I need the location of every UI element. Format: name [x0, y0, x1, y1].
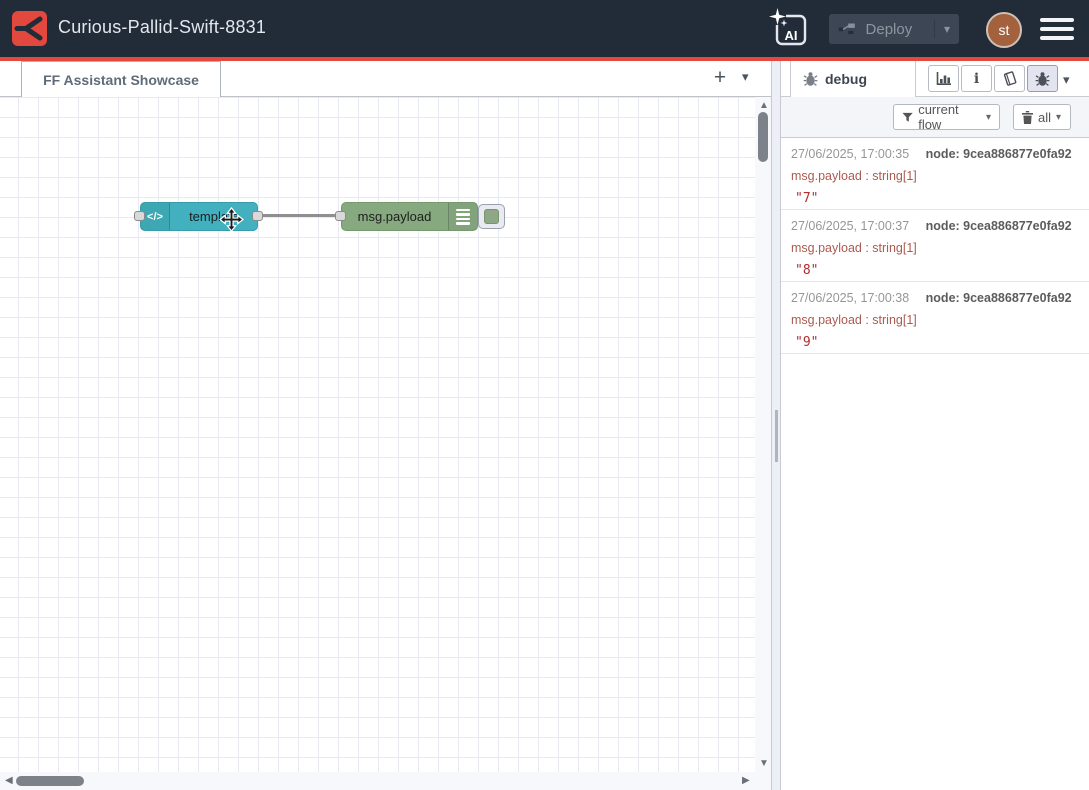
avatar-initials: st	[999, 22, 1010, 38]
debug-input-port[interactable]	[335, 211, 346, 221]
flow-list-caret-icon[interactable]: ▾	[742, 69, 749, 85]
horizontal-scroll-thumb[interactable]	[16, 776, 84, 786]
move-cursor-icon	[219, 207, 244, 232]
clear-label: all	[1038, 110, 1051, 125]
code-icon: </>	[147, 211, 163, 223]
flow-canvas[interactable]: </> template msg.payload	[0, 97, 755, 772]
workspace-tabbar: FF Assistant Showcase + ▾	[0, 61, 771, 97]
bug-icon	[1035, 71, 1050, 87]
separator-grip	[775, 410, 778, 462]
dashboard-chart-button[interactable]	[928, 65, 959, 92]
wire[interactable]	[261, 214, 342, 217]
sidebar-tabs-caret-icon[interactable]: ▾	[1063, 72, 1070, 88]
sidebar-header: debug i	[781, 61, 1089, 97]
add-flow-button[interactable]: +	[706, 64, 734, 92]
debug-enable-toggle[interactable]	[478, 204, 505, 229]
debug-toolbar: current flow ▾ all ▾	[781, 97, 1089, 138]
deploy-button[interactable]: Deploy ▾	[829, 14, 959, 44]
sidebar-separator[interactable]	[771, 61, 781, 790]
message-payload-path[interactable]: msg.payload : string[1]	[791, 313, 1089, 327]
scroll-down-icon[interactable]: ▼	[759, 759, 769, 769]
debug-message[interactable]: 27/06/2025, 17:00:35 node: 9cea886877e0f…	[781, 138, 1089, 210]
message-node-id: node: 9cea886877e0fa92	[926, 219, 1072, 233]
app-header: Curious-Pallid-Swift-8831 AI Deploy ▾ st	[0, 0, 1089, 57]
filter-caret-icon: ▾	[986, 112, 991, 123]
user-avatar[interactable]: st	[986, 12, 1022, 48]
message-timestamp: 27/06/2025, 17:00:37	[791, 219, 909, 233]
message-value: "8"	[791, 263, 1089, 278]
workspace-tab[interactable]: FF Assistant Showcase	[21, 61, 221, 97]
help-button[interactable]	[994, 65, 1025, 92]
filter-funnel-icon	[902, 112, 913, 123]
vertical-scrollbar[interactable]: ▲ ▼	[755, 97, 771, 772]
bar-chart-icon	[936, 71, 952, 86]
template-icon-box: </>	[141, 203, 170, 230]
message-value: "9"	[791, 335, 1089, 350]
debug-clear-button[interactable]: all ▾	[1013, 104, 1071, 130]
template-output-port[interactable]	[252, 211, 263, 221]
message-node-id: node: 9cea886877e0fa92	[926, 147, 1072, 161]
sidebar: debug i	[781, 61, 1089, 790]
debug-message[interactable]: 27/06/2025, 17:00:37 node: 9cea886877e0f…	[781, 210, 1089, 282]
debug-toggle-inner	[484, 209, 499, 224]
message-payload-path[interactable]: msg.payload : string[1]	[791, 169, 1089, 183]
filter-label: current flow	[918, 102, 981, 132]
trash-icon	[1022, 111, 1033, 124]
message-payload-path[interactable]: msg.payload : string[1]	[791, 241, 1089, 255]
menu-bar	[1040, 27, 1074, 31]
scroll-right-icon[interactable]: ▶	[742, 776, 750, 786]
message-value: "7"	[791, 191, 1089, 206]
message-node-id: node: 9cea886877e0fa92	[926, 291, 1072, 305]
book-icon	[1001, 71, 1018, 87]
info-button[interactable]: i	[961, 65, 992, 92]
bug-icon	[803, 71, 818, 87]
vertical-scroll-thumb[interactable]	[758, 112, 768, 162]
scroll-left-icon[interactable]: ◀	[5, 776, 13, 786]
debug-message[interactable]: 27/06/2025, 17:00:38 node: 9cea886877e0f…	[781, 282, 1089, 354]
debug-messages-button[interactable]	[1027, 65, 1058, 92]
menu-bar	[1040, 36, 1074, 40]
workspace-tab-label: FF Assistant Showcase	[43, 72, 199, 88]
debug-list-icon	[448, 203, 477, 230]
message-timestamp: 27/06/2025, 17:00:35	[791, 147, 909, 161]
deploy-icon	[838, 19, 856, 39]
template-input-port[interactable]	[134, 211, 145, 221]
ai-assistant-button[interactable]: AI	[769, 8, 811, 50]
deploy-label: Deploy	[866, 21, 913, 38]
node-debug[interactable]: msg.payload	[341, 202, 478, 231]
message-timestamp: 27/06/2025, 17:00:38	[791, 291, 909, 305]
flowfuse-logo-icon	[12, 11, 47, 46]
main-menu-icon[interactable]	[1040, 18, 1074, 40]
info-icon: i	[974, 71, 979, 87]
node-label: template	[171, 203, 257, 230]
instance-title: Curious-Pallid-Swift-8831	[58, 17, 266, 38]
menu-bar	[1040, 18, 1074, 22]
debug-filter-button[interactable]: current flow ▾	[893, 104, 1000, 130]
sidebar-tab-label: debug	[825, 71, 867, 87]
horizontal-scrollbar[interactable]: ◀ ▶	[0, 772, 771, 790]
deploy-caret-icon[interactable]: ▾	[935, 22, 959, 36]
clear-caret-icon: ▾	[1056, 112, 1061, 123]
ai-label: AI	[785, 28, 798, 43]
sidebar-tab-debug[interactable]: debug	[790, 61, 916, 97]
scroll-up-icon[interactable]: ▲	[759, 101, 769, 111]
node-label: msg.payload	[342, 203, 447, 230]
